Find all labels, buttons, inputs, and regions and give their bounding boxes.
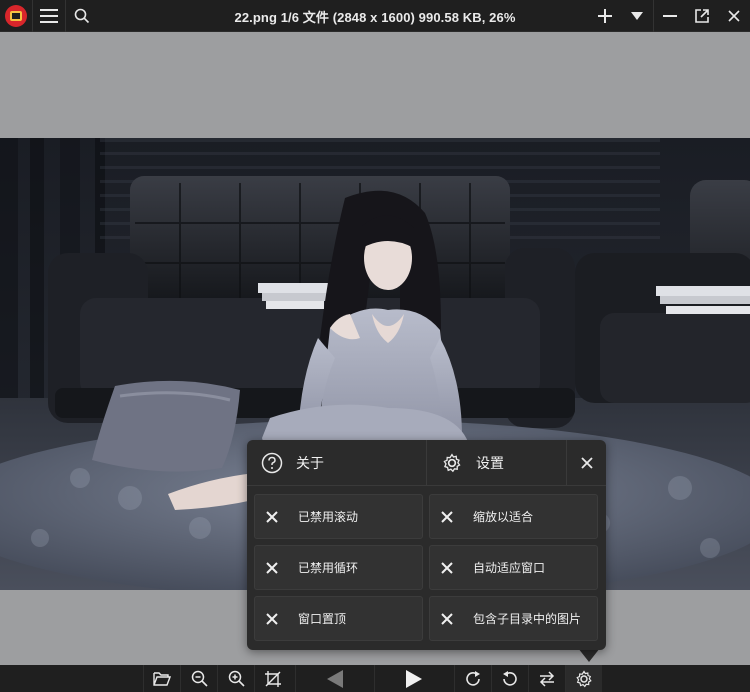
swap-icon[interactable]	[528, 665, 565, 692]
option-include-subfolders[interactable]: 包含子目录中的图片	[429, 596, 598, 641]
app-logo-icon[interactable]	[0, 0, 32, 32]
option-label: 窗口置顶	[298, 612, 347, 626]
zoom-in-icon[interactable]	[217, 665, 254, 692]
settings-label: 设置	[476, 455, 504, 471]
option-loop-disabled[interactable]: 已禁用循环	[254, 545, 423, 590]
option-label: 已禁用循环	[298, 561, 359, 575]
close-icon[interactable]	[718, 0, 750, 32]
popup-close-icon	[580, 457, 593, 469]
gear-icon[interactable]	[565, 665, 602, 692]
search-icon[interactable]	[66, 0, 98, 32]
x-icon	[264, 560, 280, 576]
help-icon	[260, 451, 284, 475]
zoom-out-icon[interactable]	[180, 665, 217, 692]
settings-gear-icon	[440, 451, 464, 475]
plus-icon[interactable]	[589, 0, 621, 32]
option-label: 缩放以适合	[473, 510, 534, 524]
about-label: 关于	[296, 455, 324, 471]
option-scroll-disabled[interactable]: 已禁用滚动	[254, 494, 423, 539]
x-icon	[264, 611, 280, 627]
x-icon	[439, 560, 455, 576]
option-label: 包含子目录中的图片	[473, 612, 582, 626]
bottom-toolbar	[0, 665, 750, 692]
folder-open-icon[interactable]	[143, 665, 180, 692]
menu-icon[interactable]	[33, 0, 65, 32]
settings-button[interactable]: 设置	[427, 440, 567, 486]
option-auto-fit-window[interactable]: 自动适应窗口	[429, 545, 598, 590]
x-icon	[439, 509, 455, 525]
rotate-left-icon[interactable]	[491, 665, 528, 692]
option-always-on-top[interactable]: 窗口置顶	[254, 596, 423, 641]
next-icon[interactable]	[374, 665, 453, 692]
open-external-icon[interactable]	[686, 0, 718, 32]
x-icon	[264, 509, 280, 525]
no-crop-icon[interactable]	[254, 665, 291, 692]
option-label: 已禁用滚动	[298, 510, 359, 524]
about-button[interactable]: 关于	[247, 440, 427, 486]
minimize-icon[interactable]	[654, 0, 686, 32]
option-zoom-to-fit[interactable]: 缩放以适合	[429, 494, 598, 539]
title-bar: 22.png 1/6 文件 (2848 x 1600) 990.58 KB, 2…	[0, 0, 750, 32]
dropdown-icon[interactable]	[621, 0, 653, 32]
previous-icon[interactable]	[295, 665, 374, 692]
rotate-right-icon[interactable]	[454, 665, 491, 692]
settings-popup: 关于 设置 已禁用滚动 缩放以适合 已禁用循环 自动适应窗口 窗口置顶 包含子目…	[247, 440, 606, 650]
popup-pointer	[578, 648, 600, 662]
popup-close-button[interactable]	[567, 440, 606, 486]
popup-header: 关于 设置	[247, 440, 606, 486]
option-label: 自动适应窗口	[473, 561, 546, 575]
x-icon	[439, 611, 455, 627]
